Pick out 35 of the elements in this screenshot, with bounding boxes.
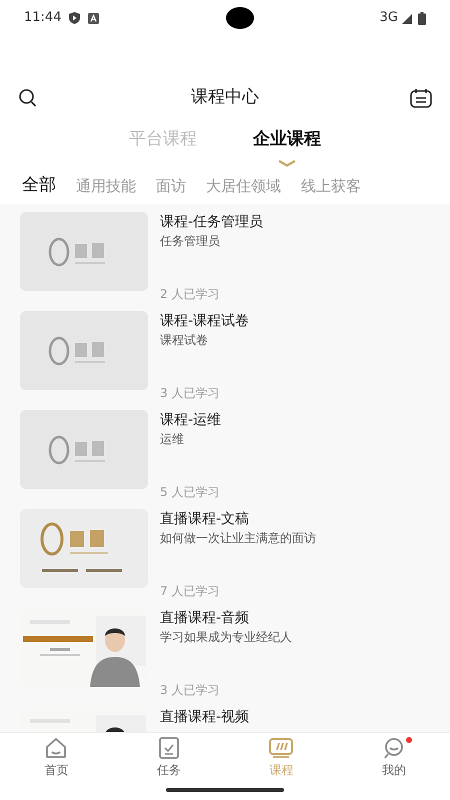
- category-tab[interactable]: 全部: [22, 173, 56, 199]
- chevron-icon: [278, 160, 296, 167]
- learner-count: 2 人已学习: [160, 286, 220, 303]
- course-description: 任务管理员: [160, 233, 221, 250]
- camera-cutout: [226, 7, 254, 29]
- course-title[interactable]: 直播课程-文稿: [160, 509, 316, 529]
- course-description: 学习如果成为专业经纪人: [160, 629, 292, 646]
- learner-count: 7 人已学习: [160, 583, 220, 600]
- nav-tab[interactable]: 首页: [26, 733, 86, 779]
- course-description: 课程试卷: [160, 332, 209, 349]
- font-icon: [88, 12, 100, 24]
- course-title[interactable]: 课程-运维: [160, 410, 222, 430]
- course-description: 运维: [160, 431, 185, 448]
- calendar-icon[interactable]: [410, 88, 432, 108]
- profile-icon: [382, 737, 406, 759]
- course-title[interactable]: 课程-任务管理员: [160, 212, 264, 232]
- home-icon: [44, 737, 68, 759]
- checklist-icon: [156, 737, 181, 759]
- battery-icon: [418, 12, 426, 24]
- course-title[interactable]: 课程-课程试卷: [160, 311, 250, 331]
- course-description: 如何做一次让业主满意的面访: [160, 530, 316, 547]
- signal-icon: [402, 12, 414, 24]
- learner-count: 3 人已学习: [160, 385, 220, 402]
- nav-tab[interactable]: 任务: [138, 733, 199, 779]
- tab[interactable]: 企业课程: [253, 127, 321, 153]
- page-title: 课程中心: [191, 86, 259, 110]
- nav-tab[interactable]: 我的: [364, 733, 424, 779]
- learner-count: 5 人已学习: [160, 484, 220, 501]
- shield-icon: [69, 12, 80, 24]
- network-label: 3G: [380, 9, 398, 28]
- status-time: 11:44: [24, 9, 62, 28]
- course-title[interactable]: 直播课程-视频: [160, 707, 250, 727]
- course-title[interactable]: 直播课程-音频: [160, 608, 292, 628]
- course-icon: [268, 737, 294, 759]
- learner-count: 3 人已学习: [160, 682, 220, 699]
